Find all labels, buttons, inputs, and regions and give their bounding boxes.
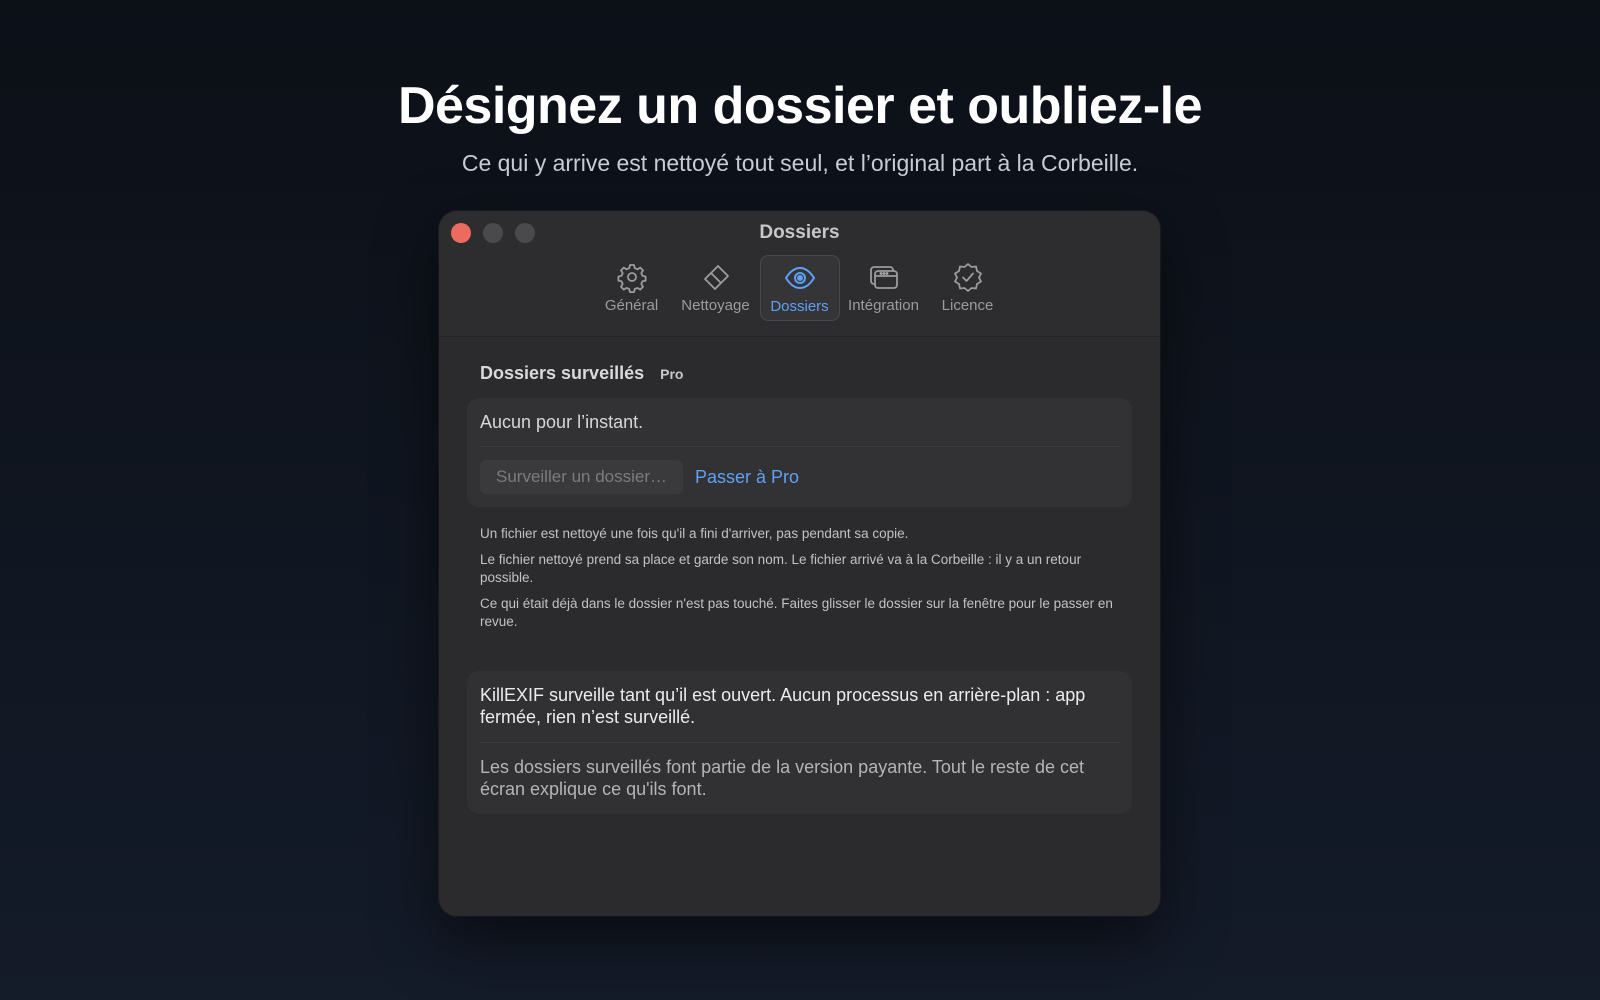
tab-folders-label: Dossiers xyxy=(770,298,829,315)
tab-license-label: Licence xyxy=(941,297,994,314)
upgrade-pro-link[interactable]: Passer à Pro xyxy=(695,467,799,488)
preferences-window: Dossiers Général Nettoyage Dossiers Inté… xyxy=(439,211,1160,916)
eraser-icon xyxy=(703,265,729,290)
window-titlebar: Dossiers Général Nettoyage Dossiers Inté… xyxy=(439,211,1160,337)
note-text: Ce qui était déjà dans le dossier n'est … xyxy=(480,596,1113,629)
watch-folder-button[interactable]: Surveiller un dossier… xyxy=(480,460,684,494)
note-text: Un fichier est nettoyé une fois qu'il a … xyxy=(480,526,909,541)
tab-integration[interactable]: Intégration xyxy=(844,255,924,321)
hero-subtitle: Ce qui y arrive est nettoyé tout seul, e… xyxy=(461,150,1139,176)
watched-folders-actions: Surveiller un dossier… Passer à Pro xyxy=(480,447,1119,507)
hero-title: Désignez un dossier et oubliez-le xyxy=(397,77,1203,135)
watched-folders-header: Dossiers surveillés Pro xyxy=(480,363,1132,384)
background-info-text: KillEXIF surveille tant qu’il est ouvert… xyxy=(480,671,1119,743)
tab-license[interactable]: Licence xyxy=(928,255,1008,321)
paid-feature-text: Les dossiers surveillés font partie de l… xyxy=(480,757,1085,799)
watch-notes: Un fichier est nettoyé une fois qu'il a … xyxy=(480,525,1119,631)
windows-icon xyxy=(869,266,898,289)
section-title: Dossiers surveillés xyxy=(480,363,645,383)
checkmark-seal-icon xyxy=(953,263,982,292)
folders-pane: Dossiers surveillés Pro Aucun pour l’ins… xyxy=(439,337,1160,814)
tab-cleaning[interactable]: Nettoyage xyxy=(676,255,756,321)
window-title: Dossiers xyxy=(759,222,840,243)
gear-icon xyxy=(617,264,646,293)
tab-integration-label: Intégration xyxy=(848,297,919,314)
info-card: KillEXIF surveille tant qu’il est ouvert… xyxy=(467,671,1132,814)
tab-general-label: Général xyxy=(604,297,659,314)
note-text: Le fichier nettoyé prend sa place et gar… xyxy=(480,552,1082,585)
tab-cleaning-label: Nettoyage xyxy=(681,297,750,314)
watched-folders-card: Aucun pour l’instant. Surveiller un doss… xyxy=(467,398,1132,507)
tab-general[interactable]: Général xyxy=(592,255,672,321)
eye-icon xyxy=(784,266,815,290)
tab-folders[interactable]: Dossiers xyxy=(759,255,840,321)
empty-list-text: Aucun pour l’instant. xyxy=(480,398,1119,447)
pro-badge: Pro xyxy=(660,365,684,382)
preferences-toolbar: Général Nettoyage Dossiers Intégration L… xyxy=(439,255,1160,321)
